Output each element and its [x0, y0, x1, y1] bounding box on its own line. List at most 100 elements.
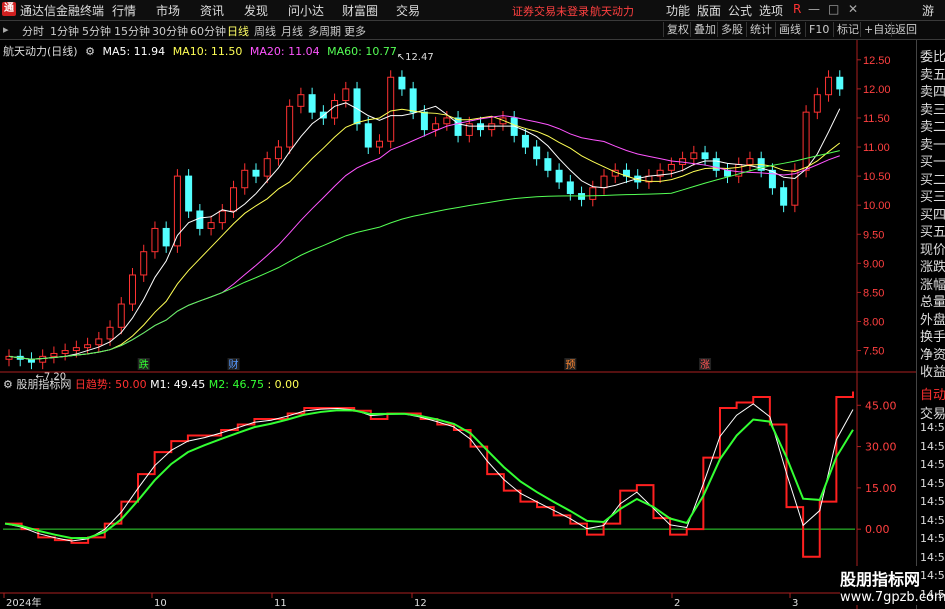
btn-fuquan[interactable]: 复权: [663, 22, 692, 37]
sub-tick-label: 15.00: [865, 482, 897, 495]
period-60min[interactable]: 60分钟: [190, 23, 226, 39]
menu-banmian[interactable]: 版面: [697, 2, 721, 19]
period-15min[interactable]: 15分钟: [114, 23, 150, 39]
menu-toggle-icon[interactable]: ▸: [3, 23, 9, 36]
period-monthly[interactable]: 月线: [281, 23, 303, 39]
candle-body: [241, 169, 249, 189]
menu-wenxiaoda[interactable]: 问小达: [288, 2, 324, 19]
candle-body: [578, 193, 586, 200]
menu-faxian[interactable]: 发现: [244, 2, 268, 19]
tick-label: 14:56: [920, 458, 945, 471]
btn-f10[interactable]: F10: [805, 22, 832, 37]
candle-body: [398, 76, 406, 90]
ma20-line: [8, 115, 840, 360]
date-label: 12: [414, 598, 427, 609]
menu-zixun[interactable]: 资讯: [200, 2, 224, 19]
legend-ma20: MA20: 11.04: [249, 45, 320, 58]
settings-icon[interactable]: ⚙: [85, 45, 95, 58]
period-5min[interactable]: 5分钟: [82, 23, 111, 39]
high-price-annotation: ↖12.47: [397, 52, 434, 63]
candle-body: [274, 146, 282, 160]
event-marker: 涨: [700, 359, 710, 371]
candle-body: [813, 94, 821, 113]
candle-body: [218, 210, 226, 224]
quote-label: 涨跌: [920, 260, 945, 275]
btn-huaxian[interactable]: 画线: [775, 22, 804, 37]
quote-label: 净资: [920, 347, 945, 363]
sub-settings-icon[interactable]: ⚙: [3, 378, 13, 391]
menu-hangqing[interactable]: 行情: [112, 2, 136, 19]
close-icon[interactable]: ✕: [848, 2, 858, 16]
quote-label: 卖四: [920, 85, 945, 100]
candle-body: [308, 94, 316, 113]
watermark: 股朋指标网 www.7gpzb.com: [840, 566, 945, 605]
candle-body: [230, 187, 238, 212]
candle-body: [387, 76, 395, 142]
date-label: 10: [154, 598, 167, 609]
btn-duogu[interactable]: 多股: [717, 22, 746, 37]
btn-back[interactable]: 返回: [891, 22, 920, 37]
quote-label: 卖五: [920, 67, 945, 83]
rss-icon[interactable]: R: [793, 2, 801, 16]
sub-tick-label: 30.00: [865, 441, 897, 454]
period-1min[interactable]: 1分钟: [50, 23, 79, 39]
period-fenshi[interactable]: 分时: [22, 23, 44, 39]
menu-xuanxiang[interactable]: 选项: [759, 2, 783, 19]
period-daily[interactable]: 日线: [227, 23, 249, 39]
quote-label: 卖一: [920, 137, 945, 153]
quote-label: 换手: [920, 330, 945, 345]
candle-body: [667, 163, 675, 171]
date-label: 2024年: [6, 596, 41, 609]
btn-diejia[interactable]: 叠加: [690, 22, 719, 37]
menu-gongneng[interactable]: 功能: [666, 2, 690, 19]
menu-shichang[interactable]: 市场: [156, 2, 180, 19]
kline-chart[interactable]: 12.50 12.00 11.50 11.00 10.50 10.00 9.50 9.00 8.…: [0, 40, 916, 609]
login-warning[interactable]: 证券交易未登录: [512, 3, 589, 19]
legend-m2: M2: 46.75: [208, 378, 264, 391]
candle-body: [50, 352, 58, 357]
price-tick-label: 8.50: [863, 287, 884, 299]
candle-body: [84, 344, 92, 349]
price-tick-label: 9.00: [863, 258, 884, 270]
candle-body: [544, 158, 552, 171]
legend-m1: M1: 49.45: [150, 378, 206, 391]
tick-label: 交易: [920, 406, 945, 422]
period-more[interactable]: 更多: [344, 23, 366, 39]
candle-body: [825, 76, 833, 96]
menu-caifuquan[interactable]: 财富圈: [342, 2, 378, 19]
sub-tick-label: 0.00: [865, 523, 890, 536]
candle-body: [488, 123, 496, 131]
tick-label: 14:56: [920, 439, 945, 453]
legend-ma5: MA5: 11.94: [102, 45, 166, 58]
maximize-icon[interactable]: □: [828, 2, 839, 16]
price-tick-label: 12.00: [863, 84, 891, 96]
candle-body: [600, 175, 608, 189]
period-multi[interactable]: 多周期: [308, 23, 341, 39]
candle-body: [555, 169, 563, 183]
event-marker: 财: [229, 358, 239, 371]
menu-jiaoyi[interactable]: 交易: [396, 2, 420, 19]
candle-body: [802, 111, 810, 171]
app-logo-icon: 通: [2, 2, 16, 16]
candle-body: [196, 210, 204, 229]
trend-line: [5, 391, 854, 558]
legend-trend: 日趋势: 50.00: [74, 378, 147, 391]
quote-label: 外盘: [920, 312, 945, 328]
event-marker: 预: [565, 359, 575, 371]
period-30min[interactable]: 30分钟: [152, 23, 188, 39]
m1-line: [4, 403, 854, 542]
minimize-icon[interactable]: —: [808, 2, 820, 16]
btn-biaoji[interactable]: 标记: [833, 22, 862, 37]
candle-body: [443, 117, 451, 125]
candle-body: [39, 355, 47, 363]
quote-label: 买一: [920, 155, 945, 170]
quote-panel: 委比 卖五 卖四 卖三 卖二 卖一 买一 买二 买三 买四 买五 现价 涨跌 涨幅 总量 外盘 换手 净资 收益 自动…: [916, 40, 945, 609]
btn-tongji[interactable]: 统计: [746, 22, 775, 37]
menu-gongshi[interactable]: 公式: [728, 2, 752, 19]
candle-body: [409, 88, 417, 113]
tick-label: 自动: [920, 388, 945, 403]
candle-body: [151, 227, 159, 253]
price-tick-label: 8.00: [863, 316, 884, 328]
tick-label: 14:56: [920, 495, 945, 508]
period-weekly[interactable]: 周线: [254, 23, 276, 39]
